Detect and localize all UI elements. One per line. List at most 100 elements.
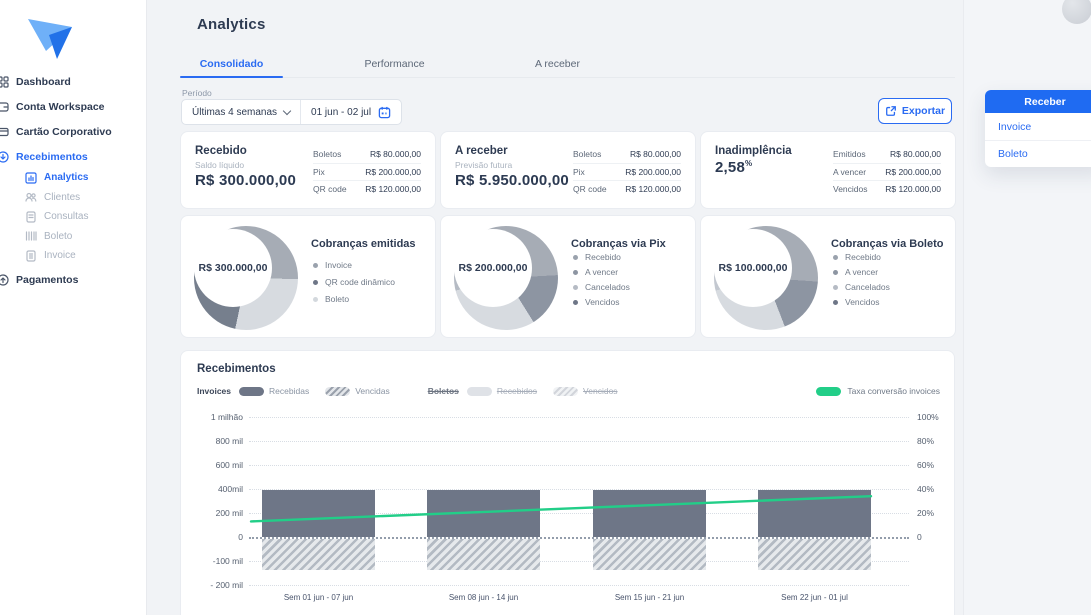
donut-legend-item: Vencidos	[573, 297, 620, 307]
chart-legend-entry-label: Recebidos	[496, 386, 538, 396]
sidebar-item-label: Clientes	[44, 191, 81, 203]
payments-icon	[0, 273, 9, 286]
donut-legend-label: QR code dinâmico	[325, 277, 395, 287]
solid-light-swatch-icon	[466, 386, 492, 396]
chart-legend-group-invoices[interactable]: Invoices	[197, 386, 231, 396]
chart-legend-entry-recebidas[interactable]: Recebidas	[239, 386, 309, 396]
donut-legend-item: Cancelados	[573, 282, 630, 292]
tab-a-receber[interactable]: A receber	[506, 52, 609, 77]
y-axis-left-label: 200 mil	[215, 508, 243, 518]
donut-title: Cobranças via Boleto	[831, 238, 944, 250]
x-axis-label: Sem 01 jun - 07 jun	[283, 593, 354, 602]
stat-row-value: R$ 200.000,00	[365, 166, 421, 177]
sidebar-item-clientes[interactable]: Clientes	[0, 188, 146, 208]
stat-card-subtitle: Previsão futura	[455, 160, 513, 170]
period-preset-dropdown[interactable]: Últimas 4 semanas	[182, 100, 300, 124]
tab-performance[interactable]: Performance	[343, 52, 446, 77]
consultas-icon	[26, 211, 36, 223]
legend-dot-icon	[833, 269, 838, 275]
chart-legend-entry-recebidos[interactable]: Recebidos	[466, 386, 538, 396]
stat-row-label: QR code	[573, 184, 607, 195]
sidebar-item-boleto[interactable]: Boleto	[0, 227, 146, 247]
stat-row-value: R$ 200.000,00	[625, 166, 681, 177]
sidebar-item-label: Analytics	[44, 172, 89, 184]
stat-row-value: R$ 200.000,00	[885, 166, 941, 177]
receber-item-invoice[interactable]: Invoice	[985, 113, 1091, 140]
x-axis-label: Sem 22 jun - 01 jul	[781, 593, 848, 602]
donut-legend-label: Recebido	[845, 252, 881, 262]
stat-row-label: Pix	[313, 166, 325, 177]
y-axis-right-label: 20%	[917, 508, 935, 518]
sidebar-item-consultas[interactable]: Consultas	[0, 207, 146, 227]
stat-row-label: Boletos	[313, 148, 342, 159]
consultas-icon	[25, 211, 39, 223]
stat-card-3: Inadimplência 2,58% Emitidos R$ 80.000,00 A …	[700, 131, 956, 209]
legend-dot-icon	[313, 296, 318, 302]
card-icon	[0, 126, 11, 138]
y-axis-right-label: 100%	[917, 412, 939, 422]
barcode-icon	[25, 230, 39, 242]
stat-card-subtitle: Saldo líquido	[195, 160, 245, 170]
receive-icon	[0, 151, 11, 163]
wallet-icon	[0, 101, 11, 113]
sidebar-item-invoice[interactable]: Invoice	[0, 246, 146, 266]
recebimentos-chart-card: Recebimentos Invoices Recebidas Vencidas Bo…	[180, 350, 955, 615]
stat-row: Pix R$ 200.000,00	[313, 162, 421, 181]
chart-legend-entry-vencidos[interactable]: Vencidos	[553, 386, 618, 396]
stat-card-rows: Boletos R$ 80.000,00 Pix R$ 200.000,00 QR co…	[313, 145, 421, 195]
donut-legend-item: Cancelados	[833, 282, 890, 292]
stat-card-1: Recebido Saldo líquido R$ 300.000,00 Boleto…	[180, 131, 436, 209]
sidebar-item-recebimentos[interactable]: Recebimentos	[0, 146, 146, 168]
sidebar-item-label: Cartão Corporativo	[16, 126, 112, 138]
stat-row: Boletos R$ 80.000,00	[573, 145, 681, 163]
period-control[interactable]: Últimas 4 semanas 01 jun - 02 jul	[181, 99, 403, 125]
receber-panel: Receber Invoice Boleto	[985, 90, 1091, 167]
sidebar-item-conta-workspace[interactable]: Conta Workspace	[0, 96, 146, 118]
chart-legend: Invoices Recebidas Vencidas Boletos Recebido…	[197, 384, 940, 398]
donut-card-3: R$ 100.000,00 Cobranças via Boleto Recebid…	[700, 215, 956, 338]
sidebar-item-analytics[interactable]: Analytics	[0, 168, 146, 188]
stat-card-left: A receber Previsão futura R$ 5.950.000,00	[455, 145, 573, 195]
y-axis-left-label: 1 milhão	[210, 412, 243, 422]
chart-legend-entry-label: Vencidas	[355, 386, 390, 396]
stat-card-title: Inadimplência	[715, 145, 792, 157]
receber-button[interactable]: Receber	[985, 90, 1091, 113]
chart-legend-entry-label: Recebidas	[269, 386, 310, 396]
donut-title: Cobranças via Pix	[571, 238, 666, 250]
receber-item-boleto[interactable]: Boleto	[985, 140, 1091, 167]
x-axis-label: Sem 15 jun - 21 jun	[614, 593, 685, 602]
stat-card-amount-unit: %	[745, 159, 753, 168]
wallet-icon	[0, 102, 9, 112]
analytics-icon	[25, 172, 39, 184]
y-axis-right-label: 60%	[917, 460, 935, 470]
sidebar-item-cart-o-corporativo[interactable]: Cartão Corporativo	[0, 121, 146, 143]
sidebar-item-pagamentos[interactable]: Pagamentos	[0, 269, 146, 291]
chart-legend-group-boletos[interactable]: Boletos	[428, 386, 459, 396]
stat-row: QR code R$ 120.000,00	[573, 180, 681, 198]
stat-card-rows: Boletos R$ 80.000,00 Pix R$ 200.000,00 QR co…	[573, 145, 681, 195]
stat-row: Emitidos R$ 80.000,00	[833, 145, 941, 163]
period-date-range[interactable]: 01 jun - 02 jul	[300, 100, 401, 124]
export-button[interactable]: Exportar	[878, 98, 952, 124]
stat-row-value: R$ 120.000,00	[885, 184, 941, 195]
donut-legend-label: Cancelados	[845, 282, 890, 292]
page-title: Analytics	[197, 16, 266, 33]
card-icon	[0, 127, 9, 137]
x-axis-label: Sem 08 jun - 14 jun	[448, 593, 519, 602]
y-axis-right-label: 0	[917, 532, 922, 542]
stat-row-label: Vencidos	[833, 184, 868, 195]
sidebar-item-label: Conta Workspace	[16, 101, 105, 113]
chart-legend-line[interactable]: Taxa conversão invoices	[816, 386, 940, 396]
legend-dot-icon	[833, 299, 838, 305]
stat-row-value: R$ 120.000,00	[625, 184, 681, 195]
chart-legend-entry-vencidas[interactable]: Vencidas	[325, 386, 390, 396]
legend-dot-icon	[833, 284, 838, 290]
stat-card-amount: R$ 300.000,00	[195, 172, 297, 189]
sidebar-item-label: Recebimentos	[16, 151, 88, 163]
sidebar-item-dashboard[interactable]: Dashboard	[0, 71, 146, 93]
tab-consolidado[interactable]: Consolidado	[180, 52, 283, 78]
user-avatar[interactable]	[1062, 0, 1091, 24]
dashboard-icon	[0, 76, 11, 88]
legend-dot-icon	[573, 269, 578, 275]
dashboard-icon	[0, 76, 9, 88]
